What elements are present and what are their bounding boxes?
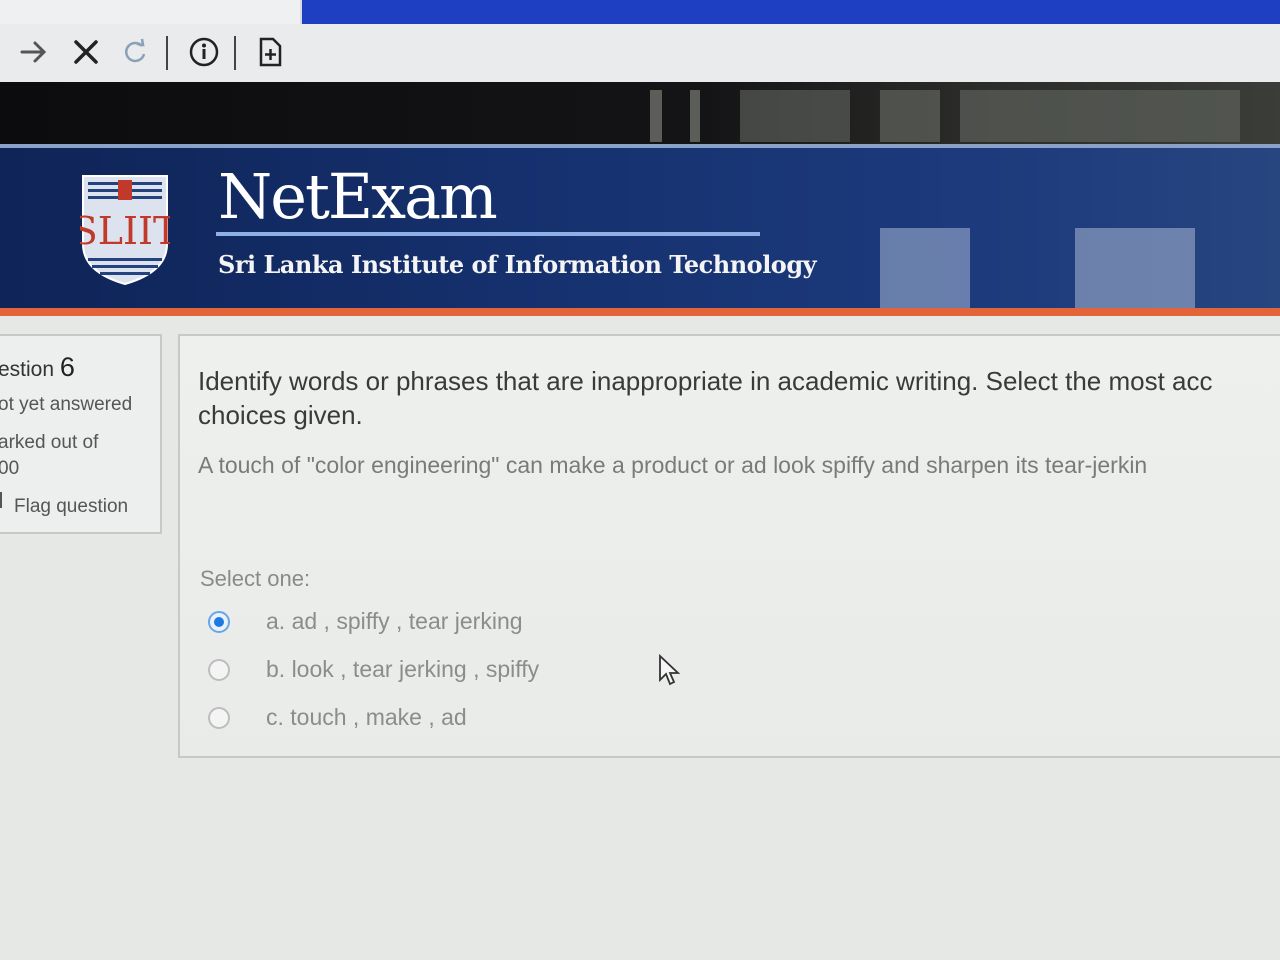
browser-active-tab[interactable] bbox=[0, 0, 300, 24]
title-underline bbox=[216, 232, 760, 236]
document-add-icon[interactable] bbox=[252, 34, 288, 70]
radio-button[interactable] bbox=[208, 706, 230, 729]
radio-button[interactable] bbox=[208, 658, 230, 681]
question-number: 6 bbox=[59, 352, 75, 382]
sliit-logo: SLIIT bbox=[72, 174, 178, 286]
question-prompt: Identify words or phrases that are inapp… bbox=[198, 364, 1280, 432]
answer-option-label[interactable]: a. ad , spiffy , tear jerking bbox=[266, 608, 523, 635]
question-content-panel: Identify words or phrases that are inapp… bbox=[178, 334, 1280, 758]
browser-tabstrip-band bbox=[302, 0, 1280, 24]
toolbar-separator bbox=[234, 36, 236, 70]
header-accent-bar bbox=[0, 308, 1280, 316]
site-header bbox=[0, 148, 1280, 308]
answer-option-label[interactable]: b. look , tear jerking , spiffy bbox=[266, 656, 539, 683]
site-title: NetExam bbox=[218, 160, 498, 233]
question-status: ot yet answered bbox=[0, 394, 133, 415]
browser-toolbar bbox=[0, 24, 1280, 82]
question-number-label: estion 6 bbox=[0, 352, 75, 383]
select-one-label: Select one: bbox=[200, 566, 311, 591]
question-points: 00 bbox=[0, 458, 20, 479]
question-prompt-line: choices given. bbox=[198, 400, 363, 430]
answer-option-a[interactable]: a. ad , spiffy , tear jerking bbox=[208, 608, 523, 635]
header-image-band bbox=[0, 82, 1280, 144]
flag-question-label: Flag question bbox=[14, 496, 129, 517]
answer-option-c[interactable]: c. touch , make , ad bbox=[208, 704, 467, 731]
toolbar-separator bbox=[166, 36, 168, 70]
flag-icon bbox=[0, 492, 6, 508]
info-icon[interactable] bbox=[186, 34, 222, 70]
site-subtitle: Sri Lanka Institute of Information Techn… bbox=[218, 250, 817, 279]
close-icon[interactable] bbox=[68, 34, 104, 70]
question-prompt-line: Identify words or phrases that are inapp… bbox=[198, 366, 1213, 396]
radio-button-selected[interactable] bbox=[208, 610, 230, 633]
answer-option-b[interactable]: b. look , tear jerking , spiffy bbox=[208, 656, 539, 683]
mouse-cursor-icon bbox=[658, 653, 682, 688]
answer-option-label[interactable]: c. touch , make , ad bbox=[266, 704, 467, 731]
browser-tabstrip bbox=[0, 0, 1280, 24]
question-info-panel: estion 6 ot yet answered arked out of 00… bbox=[0, 334, 162, 534]
flag-question-link[interactable]: Flag question bbox=[0, 492, 129, 518]
question-label: estion bbox=[0, 358, 55, 381]
question-passage: A touch of "color engineering" can make … bbox=[198, 452, 1148, 478]
svg-text:SLIIT: SLIIT bbox=[80, 209, 170, 253]
forward-arrow-icon[interactable] bbox=[16, 34, 52, 70]
reload-icon[interactable] bbox=[118, 34, 154, 70]
marked-out-of-label: arked out of bbox=[0, 432, 99, 453]
